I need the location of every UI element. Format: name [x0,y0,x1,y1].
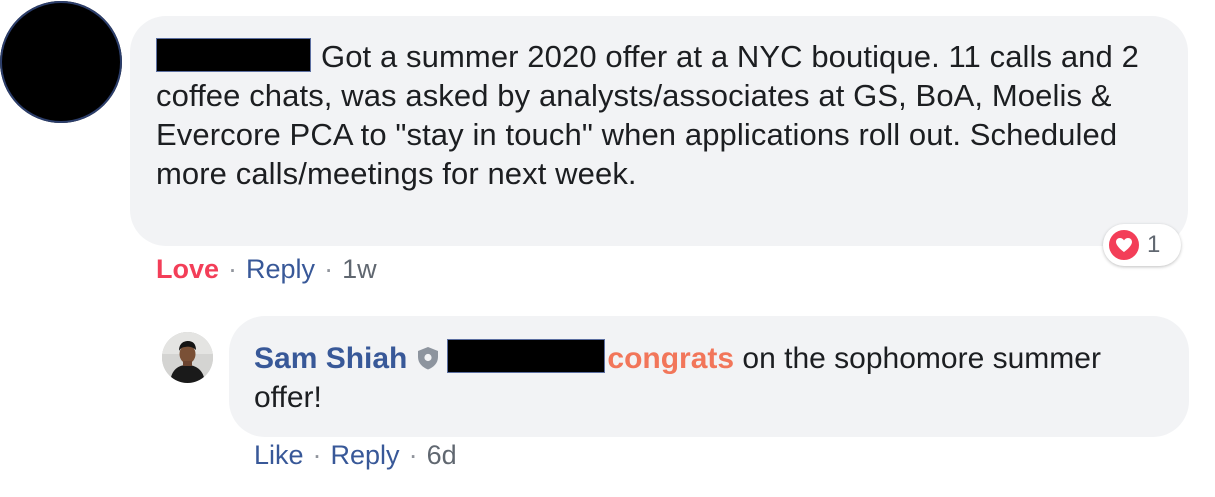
timestamp[interactable]: 1w [342,254,377,285]
heart-icon [1107,228,1141,262]
comment-actions: Love · Reply · 1w [156,254,377,285]
reply-button[interactable]: Reply [331,440,400,471]
reaction-count: 1 [1147,231,1161,258]
avatar[interactable] [0,1,122,123]
separator: · [408,440,418,470]
reply-button[interactable]: Reply [246,254,315,285]
redacted-author-name[interactable] [156,38,311,72]
separator: · [324,254,334,284]
reply-actions: Like · Reply · 6d [254,440,457,471]
author-name[interactable]: Sam Shiah [254,342,407,375]
reply-body: Sam Shiah congrats on the sophomore summe… [254,339,1174,417]
like-button[interactable]: Like [254,440,304,471]
reply-avatar[interactable] [162,332,213,383]
shield-icon [415,342,441,370]
redacted-mention[interactable] [447,339,606,373]
mention-link[interactable]: congrats [607,342,734,375]
separator: · [312,440,322,470]
love-button[interactable]: Love [156,254,219,285]
timestamp[interactable]: 6d [427,440,457,471]
comment-body: Got a summer 2020 offer at a NYC boutiqu… [156,37,1166,193]
separator: · [228,254,238,284]
reaction-summary[interactable]: 1 [1103,224,1181,266]
